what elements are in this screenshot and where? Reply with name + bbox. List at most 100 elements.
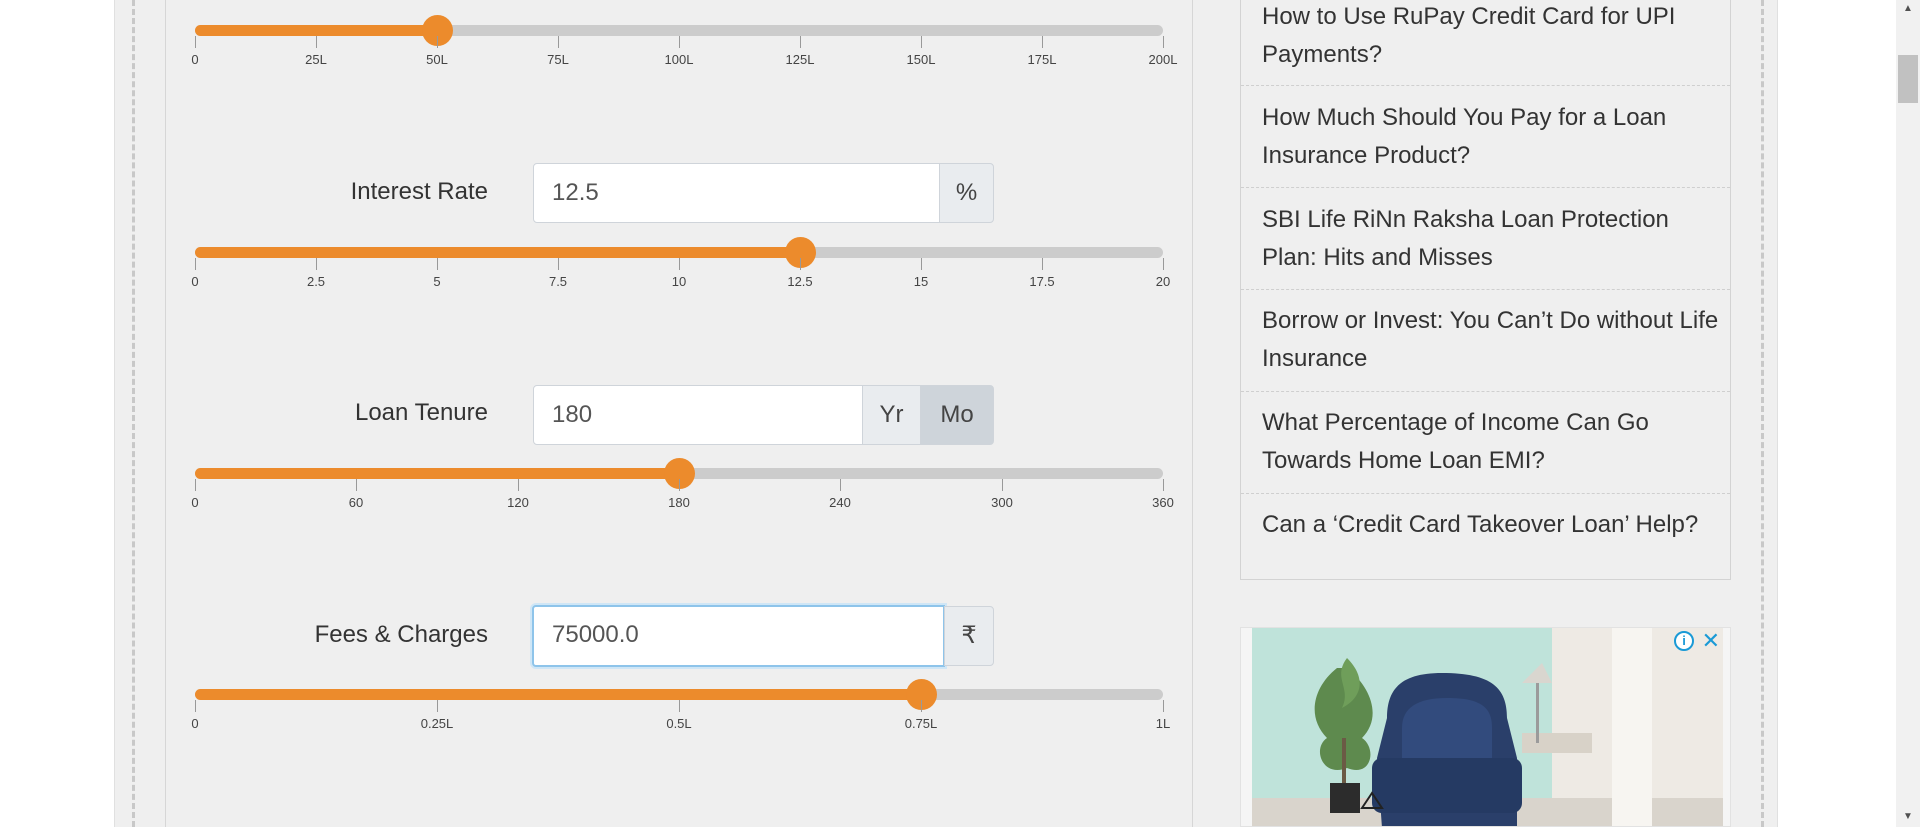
- interest-rate-slider[interactable]: 0 2.5 5 7.5 10 12.5 15 17.5 20: [191, 237, 1170, 307]
- slider-tick-label: 0: [191, 274, 199, 289]
- scroll-down-arrow-icon[interactable]: ▼: [1896, 808, 1920, 826]
- scroll-up-arrow-icon[interactable]: ▲: [1896, 0, 1920, 18]
- slider-tick-label: 25L: [305, 52, 327, 67]
- slider-tick-label: 7.5: [548, 274, 568, 289]
- slider-tick: [558, 258, 559, 270]
- slider-tick-label: 300: [991, 495, 1013, 510]
- article-link[interactable]: How Much Should You Pay for a Loan Insur…: [1262, 99, 1722, 175]
- slider-tick: [1042, 258, 1043, 270]
- slider-tick: [921, 700, 922, 712]
- loan-amount-slider[interactable]: 0 25L 50L 75L 100L 125L 150L 175L 200L: [191, 15, 1177, 85]
- slider-tick-label: 100L: [664, 52, 694, 67]
- slider-tick: [800, 36, 801, 48]
- slider-tick-label: 0.5L: [666, 716, 692, 731]
- ad-info-icon[interactable]: i: [1674, 631, 1694, 651]
- slider-tick-label: 360: [1152, 495, 1174, 510]
- article-link[interactable]: Can a ‘Credit Card Takeover Loan’ Help?: [1262, 506, 1722, 544]
- tenure-year-toggle[interactable]: Yr: [862, 385, 921, 445]
- slider-tick: [518, 479, 519, 491]
- slider-tick: [558, 36, 559, 48]
- tenure-month-toggle[interactable]: Mo: [920, 385, 994, 445]
- slider-tick: [195, 36, 196, 48]
- slider-tick: [679, 258, 680, 270]
- divider: [1241, 391, 1730, 392]
- article-link[interactable]: SBI Life RiNn Raksha Loan Protection Pla…: [1262, 201, 1722, 277]
- scrollbar-thumb[interactable]: [1898, 55, 1918, 103]
- advertisement[interactable]: i ✕: [1240, 627, 1731, 827]
- slider-tick-label: 50L: [426, 52, 448, 67]
- slider-tick-label: 20: [1155, 274, 1171, 289]
- fees-charges-label: Fees & Charges: [314, 621, 488, 648]
- slider-tick: [921, 258, 922, 270]
- slider-tick-label: 2.5: [306, 274, 326, 289]
- slider-tick-label: 0.25L: [420, 716, 454, 731]
- slider-tick: [437, 700, 438, 712]
- slider-tick-label: 60: [348, 495, 364, 510]
- slider-tick: [356, 479, 357, 491]
- slider-tick: [1042, 36, 1043, 48]
- slider-tick-label: 150L: [906, 52, 936, 67]
- interest-rate-label: Interest Rate: [350, 178, 488, 205]
- slider-tick-label: 0.75L: [904, 716, 938, 731]
- slider-tick-label: 240: [829, 495, 851, 510]
- rupee-addon: ₹: [944, 606, 994, 666]
- slider-tick-label: 200L: [1148, 52, 1178, 67]
- loan-tenure-input[interactable]: 180: [533, 385, 863, 445]
- slider-tick-label: 0: [191, 52, 199, 67]
- slider-tick: [800, 258, 801, 270]
- slider-tick: [679, 36, 680, 48]
- divider: [1241, 85, 1730, 86]
- slider-tick: [679, 479, 680, 491]
- slider-tick-label: 0: [191, 495, 199, 510]
- slider-tick-label: 17.5: [1029, 274, 1055, 289]
- slider-tick-label: 10: [671, 274, 687, 289]
- slider-tick: [840, 479, 841, 491]
- slider-fill: [195, 247, 800, 258]
- ad-image[interactable]: [1252, 628, 1723, 826]
- slider-fill: [195, 25, 437, 36]
- percent-addon: %: [939, 163, 994, 223]
- ad-close-icon[interactable]: ✕: [1702, 628, 1720, 654]
- slider-tick: [195, 258, 196, 270]
- article-link[interactable]: What Percentage of Income Can Go Towards…: [1262, 404, 1722, 480]
- slider-tick: [1163, 258, 1164, 270]
- article-link[interactable]: Borrow or Invest: You Can’t Do without L…: [1262, 302, 1722, 378]
- slider-tick: [437, 36, 438, 48]
- slider-tick: [1163, 36, 1164, 48]
- slider-tick: [921, 36, 922, 48]
- slider-fill: [195, 468, 679, 479]
- left-dashed-border: [132, 0, 135, 827]
- slider-tick: [1002, 479, 1003, 491]
- fees-charges-slider[interactable]: 0 0.25L 0.5L 0.75L 1L: [191, 679, 1170, 749]
- slider-tick-label: 0: [191, 716, 199, 731]
- slider-tick-label: 5: [433, 274, 441, 289]
- slider-tick-label: 75L: [547, 52, 569, 67]
- slider-tick-label: 120: [507, 495, 529, 510]
- slider-tick: [316, 258, 317, 270]
- slider-tick: [679, 700, 680, 712]
- slider-tick: [195, 700, 196, 712]
- page: 0 25L 50L 75L 100L 125L 150L 175L 200L Interest …: [0, 0, 1920, 827]
- divider: [1241, 493, 1730, 494]
- slider-tick-label: 175L: [1027, 52, 1057, 67]
- slider-tick: [195, 479, 196, 491]
- loan-tenure-slider[interactable]: 0 60 120 180 240 300 360: [191, 458, 1174, 528]
- divider: [1241, 289, 1730, 290]
- slider-tick: [1163, 700, 1164, 712]
- slider-tick-label: 125L: [785, 52, 815, 67]
- right-dashed-border: [1761, 0, 1764, 827]
- slider-tick: [316, 36, 317, 48]
- slider-fill: [195, 689, 921, 700]
- slider-tick: [437, 258, 438, 270]
- slider-tick-label: 12.5: [787, 274, 813, 289]
- interest-rate-input[interactable]: 12.5: [533, 163, 940, 223]
- fees-charges-input[interactable]: 75000.0: [532, 605, 945, 667]
- loan-tenure-label: Loan Tenure: [354, 399, 488, 426]
- slider-tick-label: 180: [668, 495, 690, 510]
- scrollbar[interactable]: [1896, 0, 1920, 827]
- slider-tick: [1163, 479, 1164, 491]
- slider-tick-label: 1L: [1155, 716, 1171, 731]
- ad-illustration: [1252, 628, 1723, 826]
- article-link[interactable]: How to Use RuPay Credit Card for UPI Pay…: [1262, 0, 1722, 74]
- slider-tick-label: 15: [913, 274, 929, 289]
